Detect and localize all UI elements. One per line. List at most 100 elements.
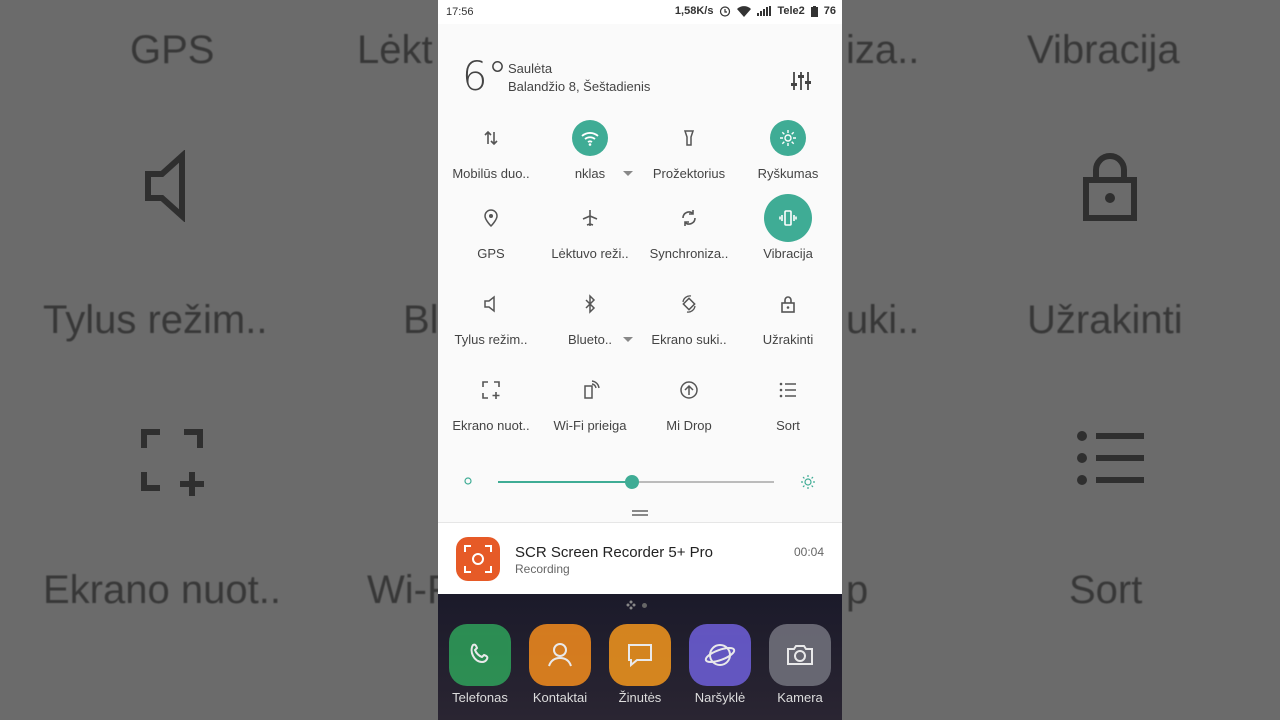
quick-tile-lock[interactable]: Užrakinti <box>738 286 838 347</box>
quick-tile-mobile-data[interactable]: Mobilūs duo.. <box>441 120 541 181</box>
battery-level: 76 <box>823 5 836 17</box>
quick-tile-label: Užrakinti <box>762 332 814 347</box>
quick-tile-midrop[interactable]: Mi Drop <box>639 372 739 433</box>
brightness-slider[interactable] <box>438 464 842 494</box>
dock-app-contacts[interactable]: Kontaktai <box>520 624 600 705</box>
home-screen: Telefonas Kontaktai Žinutės Naršyklė Kamera <box>438 594 842 720</box>
quick-tile-sync[interactable]: Synchroniza.. <box>639 200 739 261</box>
speaker-icon <box>473 286 509 322</box>
quick-tile-location[interactable]: GPS <box>441 200 541 261</box>
quick-tile-label: Ekrano suki.. <box>651 332 727 347</box>
dock-app-messages[interactable]: Žinutės <box>600 624 680 705</box>
quick-tile-label: Tylus režim.. <box>454 332 528 347</box>
dock-app-label: Kontaktai <box>532 690 588 705</box>
bluetooth-icon <box>572 286 608 322</box>
slider-knob[interactable] <box>625 475 639 489</box>
page-indicator <box>626 600 647 610</box>
quick-tile-label: Sort <box>776 418 800 433</box>
quick-tile-label: Mi Drop <box>666 418 712 433</box>
bg-label: uki.. <box>846 298 920 342</box>
dock-app-browser[interactable]: Naršyklė <box>680 624 760 705</box>
bg-label: Vibracija <box>1027 28 1180 72</box>
vibration-icon <box>764 194 812 242</box>
brightness-high-icon <box>801 475 815 489</box>
bg-label: Tylus režim.. <box>43 298 268 342</box>
quick-tile-label: Mobilūs duo.. <box>452 166 530 181</box>
dock-app-label: Žinutės <box>618 690 662 705</box>
weather-date: Balandžio 8, Šeštadienis <box>508 79 651 94</box>
quick-tile-label: Vibracija <box>763 246 813 261</box>
phone-icon <box>449 624 511 686</box>
quick-tile-flashlight[interactable]: Prožektorius <box>639 120 739 181</box>
bg-lock-icon <box>1083 153 1137 221</box>
bg-label: GPS <box>130 28 215 72</box>
camera-icon <box>769 624 831 686</box>
midrop-icon <box>671 372 707 408</box>
dock-app-phone[interactable]: Telefonas <box>440 624 520 705</box>
dock-app-camera[interactable]: Kamera <box>760 624 840 705</box>
quick-tile-label: Prožektorius <box>652 166 726 181</box>
status-right: 1,58K/s Tele2 76 <box>675 5 836 17</box>
browser-icon <box>689 624 751 686</box>
status-bar: 17:56 1,58K/s Tele2 76 <box>438 0 842 24</box>
carrier-name: Tele2 <box>777 5 805 17</box>
hotspot-icon <box>572 372 608 408</box>
signal-icon <box>757 6 772 16</box>
home-dots-icon <box>626 600 636 610</box>
bg-label: Sort <box>1069 568 1143 612</box>
notification-card[interactable]: SCR Screen Recorder 5+ Pro Recording 00:… <box>438 522 842 595</box>
quick-tile-rotate[interactable]: Ekrano suki.. <box>639 286 739 347</box>
slider-fill <box>498 481 632 483</box>
notification-title: SCR Screen Recorder 5+ Pro <box>515 544 714 561</box>
chevron-down-icon[interactable] <box>623 171 633 176</box>
dock-app-label: Kamera <box>777 690 823 705</box>
bg-label: iza.. <box>846 28 920 72</box>
screenshot-icon <box>473 372 509 408</box>
quick-tile-screenshot[interactable]: Ekrano nuot.. <box>441 372 541 433</box>
wifi-icon <box>572 120 608 156</box>
bg-label: Lėkt <box>357 28 433 72</box>
lock-icon <box>770 286 806 322</box>
quick-tile-wifi[interactable]: nklas <box>540 120 640 181</box>
phone-screen: 17:56 1,58K/s Tele2 76 6° Saulėta Baland… <box>438 0 842 720</box>
mobile-data-icon <box>473 120 509 156</box>
messages-icon <box>609 624 671 686</box>
quick-tile-label: Synchroniza.. <box>649 246 729 261</box>
bg-label: p <box>846 568 869 612</box>
screen-recorder-app-icon <box>456 537 500 581</box>
quick-tile-sort[interactable]: Sort <box>738 372 838 433</box>
bg-screenshot-icon <box>141 429 204 496</box>
location-icon <box>473 200 509 236</box>
brightness-icon <box>770 120 806 156</box>
quick-tile-hotspot[interactable]: Wi-Fi prieiga <box>540 372 640 433</box>
quick-tile-brightness[interactable]: Ryškumas <box>738 120 838 181</box>
quick-tile-label: Wi-Fi prieiga <box>553 418 627 433</box>
notification-subtitle: Recording <box>515 562 570 576</box>
brightness-low-icon <box>464 477 472 485</box>
status-time: 17:56 <box>446 6 474 18</box>
quick-tile-airplane[interactable]: Lėktuvo reži.. <box>540 200 640 261</box>
panel-drag-handle[interactable] <box>632 510 648 512</box>
quick-tile-label: Lėktuvo reži.. <box>551 246 629 261</box>
airplane-icon <box>572 200 608 236</box>
dock-app-label: Telefonas <box>452 690 508 705</box>
contacts-icon <box>529 624 591 686</box>
weather-temperature[interactable]: 6° <box>462 54 507 100</box>
quick-tile-vibration[interactable]: Vibracija <box>738 194 838 261</box>
quick-tile-speaker[interactable]: Tylus režim.. <box>441 286 541 347</box>
quick-tile-bluetooth[interactable]: Blueto.. <box>540 286 640 347</box>
wifi-status-icon <box>737 5 752 17</box>
network-speed: 1,58K/s <box>674 5 714 17</box>
bg-label: Užrakinti <box>1027 298 1183 342</box>
battery-icon <box>810 5 818 17</box>
chevron-down-icon[interactable] <box>623 337 633 342</box>
weather-condition: Saulėta <box>508 61 553 76</box>
quick-tile-label: GPS <box>477 246 505 261</box>
notification-time: 00:04 <box>793 545 824 559</box>
bg-sort-icon <box>1077 431 1144 485</box>
rotate-icon <box>671 286 707 322</box>
flashlight-icon <box>671 120 707 156</box>
settings-sliders-icon[interactable] <box>790 70 812 92</box>
quick-tile-label: Ekrano nuot.. <box>452 418 530 433</box>
dock-app-label: Naršyklė <box>694 690 746 705</box>
